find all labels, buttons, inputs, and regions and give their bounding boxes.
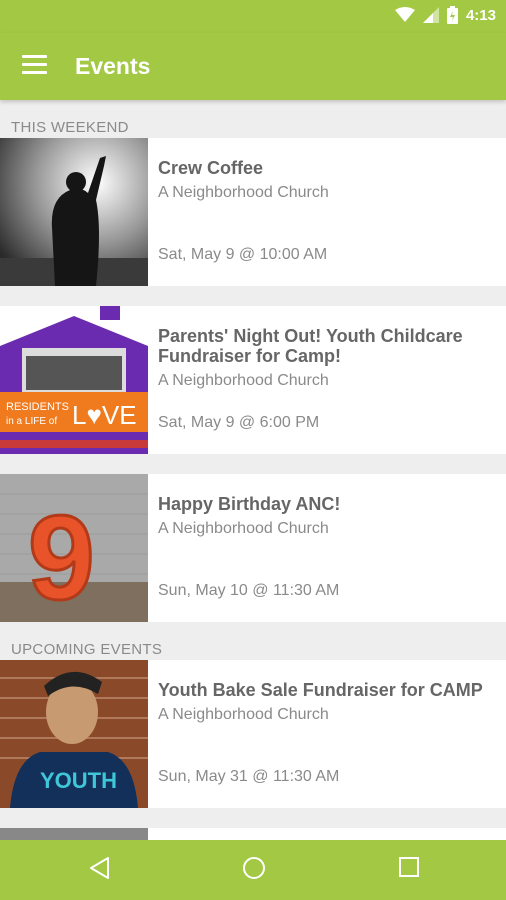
event-date: Sat, May 9 @ 10:00 AM — [158, 246, 328, 263]
number-nine: 9 — [28, 491, 95, 622]
event-thumbnail: 9 — [0, 474, 148, 622]
status-time: 4:13 — [465, 6, 496, 24]
event-card-happy-birthday[interactable]: 9 Happy Birthday ANC! A Neighborhood Chu… — [0, 474, 506, 622]
navigation-bar — [0, 840, 506, 900]
event-organizer: A Neighborhood Church — [158, 184, 329, 201]
menu-icon[interactable] — [22, 55, 47, 77]
event-title: Parents' Night Out! Youth Childcare Fund… — [158, 326, 463, 366]
event-date: Sun, May 10 @ 11:30 AM — [158, 582, 340, 599]
section-header-this-weekend: THIS WEEKEND — [11, 119, 129, 136]
section-header-upcoming: UPCOMING EVENTS — [11, 641, 163, 658]
event-title: Crew Coffee — [158, 158, 264, 178]
event-organizer: A Neighborhood Church — [158, 372, 329, 389]
event-thumbnail: YOUTH — [0, 660, 148, 808]
wifi-icon — [394, 7, 415, 22]
battery-icon — [446, 6, 458, 24]
app-bar: Events — [0, 33, 506, 100]
banner-love-text: L♥VE — [72, 400, 137, 430]
recents-icon[interactable] — [398, 856, 420, 878]
event-date: Sun, May 31 @ 11:30 AM — [158, 768, 340, 785]
event-card-crew-coffee[interactable]: Crew Coffee A Neighborhood Church Sat, M… — [0, 138, 506, 286]
status-bar: 4:13 — [0, 0, 506, 33]
banner-text-line2: in a LIFE of — [6, 416, 57, 427]
event-thumbnail — [0, 138, 148, 286]
banner-text-line1: RESIDENTS — [6, 401, 69, 413]
back-icon[interactable] — [88, 856, 110, 880]
home-icon[interactable] — [242, 856, 266, 880]
event-card-parents-night-out[interactable]: RESIDENTS in a LIFE of L♥VE Parents' Nig… — [0, 306, 506, 454]
event-info: Parents' Night Out! Youth Childcare Fund… — [158, 326, 498, 390]
event-organizer: A Neighborhood Church — [158, 520, 329, 537]
event-title: Happy Birthday ANC! — [158, 494, 341, 514]
event-card-partial[interactable] — [0, 828, 506, 840]
event-info: Happy Birthday ANC! A Neighborhood Churc… — [158, 494, 498, 538]
event-info: Crew Coffee A Neighborhood Church — [158, 158, 498, 202]
event-date: Sat, May 9 @ 6:00 PM — [158, 414, 320, 431]
event-card-bake-sale[interactable]: YOUTH Youth Bake Sale Fundraiser for CAM… — [0, 660, 506, 808]
event-info: Youth Bake Sale Fundraiser for CAMP A Ne… — [158, 680, 498, 724]
shirt-text: YOUTH — [40, 768, 117, 793]
event-thumbnail: RESIDENTS in a LIFE of L♥VE — [0, 306, 148, 454]
event-title: Youth Bake Sale Fundraiser for CAMP — [158, 680, 483, 700]
events-list[interactable]: THIS WEEKEND Crew Coffee A Neighborhood … — [0, 100, 506, 840]
status-icons: 4:13 — [394, 6, 496, 24]
event-organizer: A Neighborhood Church — [158, 706, 329, 723]
cell-signal-icon — [422, 7, 439, 23]
page-title: Events — [75, 53, 151, 79]
event-thumbnail — [0, 828, 148, 840]
